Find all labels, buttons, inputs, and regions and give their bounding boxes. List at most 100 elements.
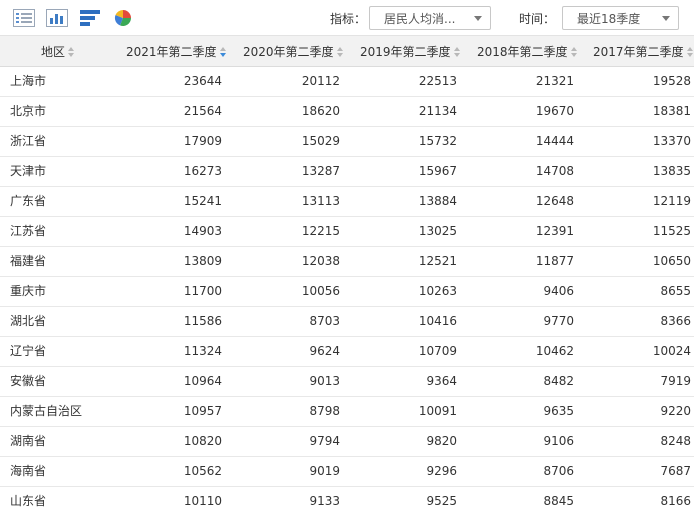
value-cell: 13113 [301,194,340,208]
header-label: 2017年第二季度 [593,45,684,59]
column-header-2018q2[interactable]: 2018年第二季度 [477,36,578,67]
value-cell: 11586 [183,314,222,328]
value-cell: 21134 [418,104,457,118]
value-cell: 10462 [535,344,574,358]
table-row[interactable]: 内蒙古自治区 10957 8798 10091 9635 9220 [0,397,694,427]
value-cell: 9770 [543,314,574,328]
value-cell: 12038 [301,254,340,268]
table-view-icon[interactable] [12,7,36,29]
table-row[interactable]: 辽宁省 11324 9624 10709 10462 10024 [0,337,694,367]
value-cell: 15029 [301,134,340,148]
value-cell: 13287 [301,164,340,178]
value-cell: 17909 [183,134,222,148]
value-cell: 10709 [418,344,457,358]
view-switcher [0,7,135,29]
value-cell: 8366 [660,314,691,328]
value-cell: 9296 [426,464,457,478]
region-cell: 重庆市 [10,284,47,298]
value-cell: 9406 [543,284,574,298]
value-cell: 8166 [660,494,691,508]
value-cell: 10957 [183,404,222,418]
value-cell: 9106 [543,434,574,448]
value-cell: 12648 [535,194,574,208]
region-cell: 上海市 [10,74,47,88]
value-cell: 12119 [652,194,691,208]
header-label: 地区 [41,45,66,59]
chevron-down-icon [662,16,670,21]
table-row[interactable]: 安徽省 10964 9013 9364 8482 7919 [0,367,694,397]
value-cell: 22513 [418,74,457,88]
header-label: 2019年第二季度 [360,45,451,59]
sort-desc-icon [219,46,227,57]
indicator-label: 指标： [330,12,367,26]
value-cell: 9794 [309,434,340,448]
column-header-2017q2[interactable]: 2017年第二季度 [593,36,694,67]
value-cell: 13835 [652,164,691,178]
value-cell: 23644 [183,74,222,88]
table-row[interactable]: 重庆市 11700 10056 10263 9406 8655 [0,277,694,307]
region-cell: 广东省 [10,194,47,208]
value-cell: 8248 [660,434,691,448]
sort-icon [68,46,75,57]
value-cell: 20112 [301,74,340,88]
bar-chart-view-icon[interactable] [45,7,69,29]
table-row[interactable]: 海南省 10562 9019 9296 8706 7687 [0,457,694,487]
value-cell: 15967 [418,164,457,178]
header-label: 2021年第二季度 [126,45,217,59]
value-cell: 8706 [543,464,574,478]
region-cell: 福建省 [10,254,47,268]
table-row[interactable]: 山东省 10110 9133 9525 8845 8166 [0,487,694,515]
value-cell: 14903 [183,224,222,238]
table-row[interactable]: 天津市 16273 13287 15967 14708 13835 [0,157,694,187]
value-cell: 7687 [660,464,691,478]
sort-icon [336,46,344,57]
column-header-2019q2[interactable]: 2019年第二季度 [360,36,461,67]
value-cell: 9820 [426,434,457,448]
table-row[interactable]: 福建省 13809 12038 12521 11877 10650 [0,247,694,277]
horizontal-bar-view-icon[interactable] [78,7,102,29]
region-cell: 北京市 [10,104,47,118]
table-row[interactable]: 北京市 21564 18620 21134 19670 18381 [0,97,694,127]
value-cell: 10110 [183,494,222,508]
value-cell: 16273 [183,164,222,178]
column-header-2020q2[interactable]: 2020年第二季度 [243,36,344,67]
value-cell: 10562 [183,464,222,478]
region-cell: 辽宁省 [10,344,47,358]
indicator-select[interactable]: 居民人均消... [369,6,491,30]
pie-chart-view-icon[interactable] [111,7,135,29]
value-cell: 8655 [660,284,691,298]
value-cell: 10650 [652,254,691,268]
region-cell: 天津市 [10,164,47,178]
indicator-value: 居民人均消... [384,11,456,26]
value-cell: 13809 [183,254,222,268]
value-cell: 14444 [535,134,574,148]
value-cell: 12521 [418,254,457,268]
table-header: 地区 2021年第二季度 2020年第二季度 2019年第二季度 2018年第二… [0,36,694,67]
column-header-region[interactable]: 地区 [41,36,75,67]
value-cell: 10091 [418,404,457,418]
value-cell: 11877 [535,254,574,268]
value-cell: 9013 [309,374,340,388]
value-cell: 9133 [309,494,340,508]
time-select[interactable]: 最近18季度 [562,6,679,30]
sort-icon [570,46,578,57]
table-row[interactable]: 广东省 15241 13113 13884 12648 12119 [0,187,694,217]
column-header-2021q2[interactable]: 2021年第二季度 [126,36,227,67]
value-cell: 9220 [660,404,691,418]
value-cell: 8482 [543,374,574,388]
region-cell: 浙江省 [10,134,47,148]
region-cell: 湖南省 [10,434,47,448]
value-cell: 21564 [183,104,222,118]
value-cell: 8845 [543,494,574,508]
region-cell: 江苏省 [10,224,47,238]
time-label: 时间： [519,12,556,26]
table-row[interactable]: 上海市 23644 20112 22513 21321 19528 [0,67,694,97]
table-row[interactable]: 湖北省 11586 8703 10416 9770 8366 [0,307,694,337]
value-cell: 10964 [183,374,222,388]
value-cell: 19670 [535,104,574,118]
chevron-down-icon [474,16,482,21]
table-row[interactable]: 江苏省 14903 12215 13025 12391 11525 [0,217,694,247]
table-row[interactable]: 湖南省 10820 9794 9820 9106 8248 [0,427,694,457]
region-cell: 安徽省 [10,374,47,388]
table-row[interactable]: 浙江省 17909 15029 15732 14444 13370 [0,127,694,157]
